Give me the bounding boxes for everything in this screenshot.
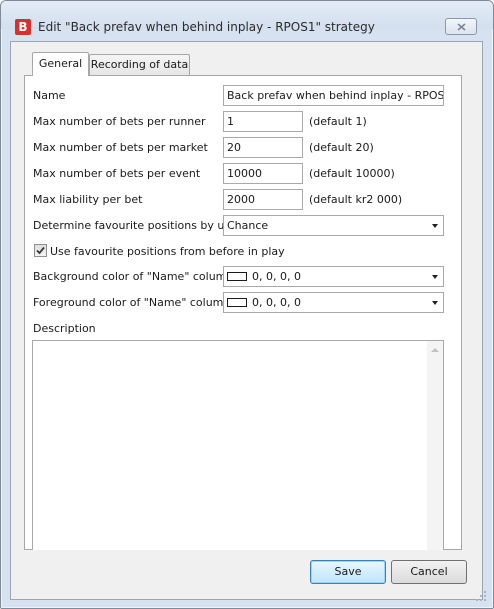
- foreground-color-value: 0, 0, 0, 0: [252, 296, 301, 309]
- checkmark-icon: [36, 246, 45, 255]
- foreground-color-label: Foreground color of "Name" column: [33, 296, 231, 309]
- app-icon: B: [15, 19, 31, 35]
- scroll-up-arrow-icon[interactable]: [431, 348, 439, 352]
- max-bets-market-default: (default 20): [309, 141, 374, 154]
- use-before-inplay-label: Use favourite positions from before in p…: [50, 245, 285, 258]
- dropdown-arrow-icon: [432, 275, 438, 279]
- name-input[interactable]: Back prefav when behind inplay - RPOS1: [223, 85, 444, 106]
- max-bets-market-label: Max number of bets per market: [33, 141, 208, 154]
- max-liability-default: (default kr2 000): [309, 193, 403, 206]
- window-title: Edit "Back prefav when behind inplay - R…: [38, 20, 375, 34]
- max-bets-runner-default: (default 1): [309, 115, 367, 128]
- name-label: Name: [33, 89, 66, 102]
- background-color-select[interactable]: 0, 0, 0, 0: [223, 266, 444, 287]
- favourite-positions-label: Determine favourite positions by using: [33, 219, 248, 232]
- color-swatch: [227, 297, 247, 307]
- tab-general[interactable]: General: [32, 52, 89, 76]
- dropdown-arrow-icon: [432, 301, 438, 305]
- max-liability-label: Max liability per bet: [33, 193, 143, 206]
- max-bets-runner-label: Max number of bets per runner: [33, 115, 206, 128]
- max-liability-input[interactable]: 2000: [223, 189, 303, 210]
- max-bets-event-label: Max number of bets per event: [33, 167, 201, 180]
- close-icon: [456, 22, 466, 31]
- favourite-positions-select[interactable]: Chance: [223, 215, 444, 236]
- max-bets-runner-input[interactable]: 1: [223, 111, 303, 132]
- background-color-value: 0, 0, 0, 0: [252, 270, 301, 283]
- max-bets-event-default: (default 10000): [309, 167, 395, 180]
- description-scrollbar[interactable]: [427, 341, 443, 550]
- color-swatch: [227, 271, 247, 281]
- foreground-color-select[interactable]: 0, 0, 0, 0: [223, 292, 444, 313]
- use-before-inplay-checkbox[interactable]: [34, 244, 47, 257]
- cancel-button[interactable]: Cancel: [391, 560, 467, 584]
- tab-recording-of-data[interactable]: Recording of data: [89, 54, 190, 75]
- max-bets-event-input[interactable]: 10000: [223, 163, 303, 184]
- background-color-label: Background color of "Name" column: [33, 270, 234, 283]
- save-button[interactable]: Save: [310, 560, 386, 584]
- resize-grip-icon[interactable]: [476, 591, 486, 601]
- close-button[interactable]: [445, 18, 477, 35]
- max-bets-market-input[interactable]: 20: [223, 137, 303, 158]
- description-label: Description: [33, 322, 96, 335]
- dropdown-arrow-icon: [432, 224, 438, 228]
- favourite-positions-value: Chance: [227, 219, 269, 232]
- description-textarea[interactable]: [32, 340, 444, 550]
